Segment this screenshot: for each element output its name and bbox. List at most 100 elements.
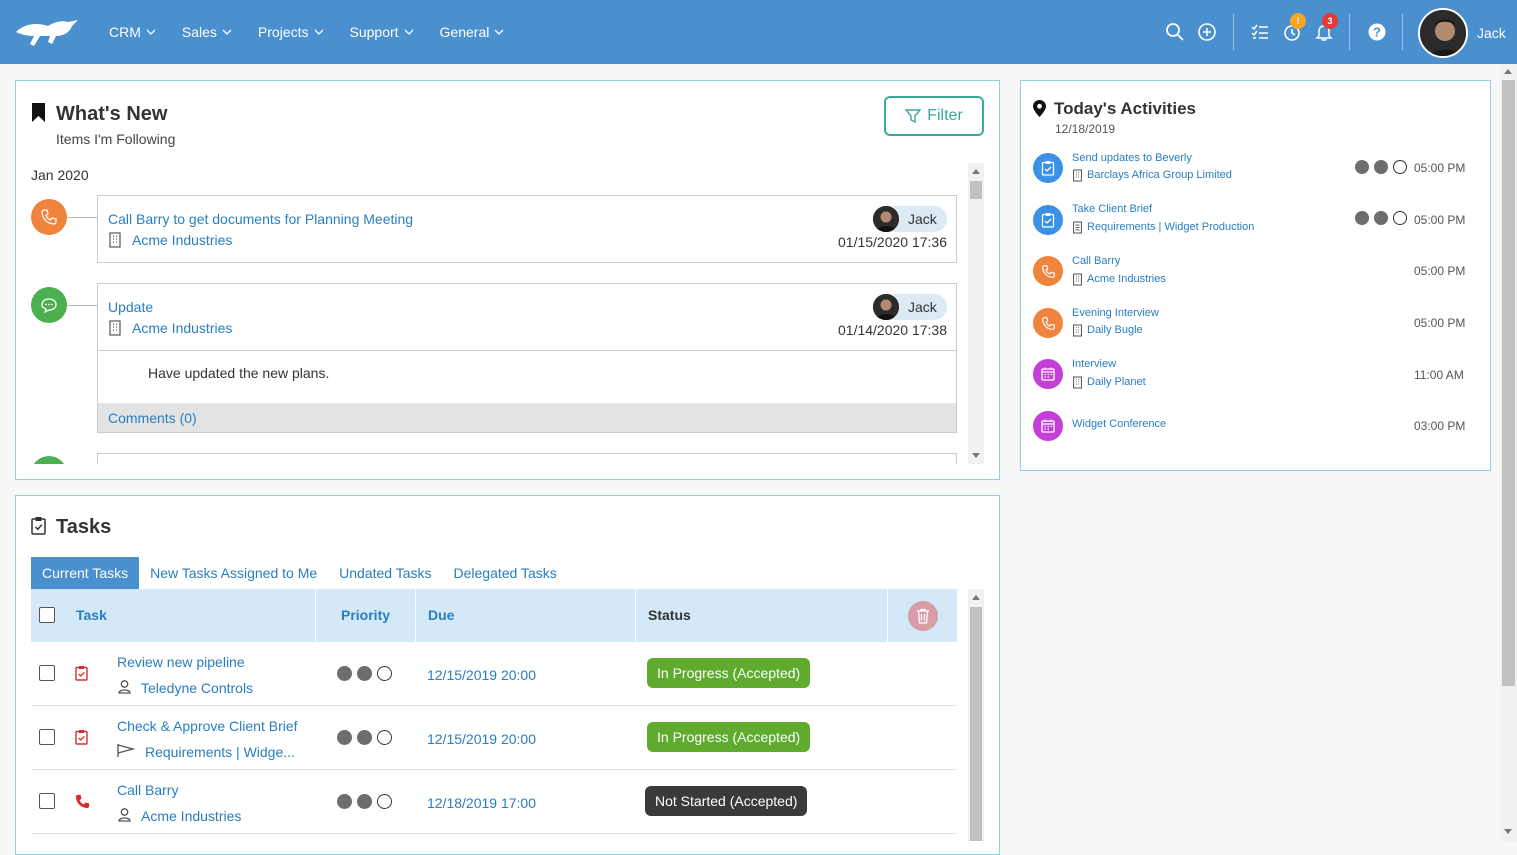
whats-new-title: What's New <box>56 103 168 125</box>
chevron-down-icon <box>222 29 232 35</box>
page-scrollbar[interactable] <box>1500 64 1517 841</box>
tab-new-tasks-assigned[interactable]: New Tasks Assigned to Me <box>139 557 328 589</box>
activity-time: 05:00 PM <box>1414 264 1466 278</box>
task-due-date: 12/18/2019 17:00 <box>427 795 536 811</box>
task-related-record[interactable]: Requirements | Widge... <box>145 744 295 760</box>
select-all-checkbox[interactable] <box>39 607 55 623</box>
priority-dot-filled <box>1355 211 1369 225</box>
filter-button[interactable]: Filter <box>884 96 984 136</box>
activities-date: 12/18/2019 <box>1055 122 1116 136</box>
task-related-record[interactable]: Acme Industries <box>141 808 241 824</box>
activity-subtitle[interactable]: Daily Bugle <box>1087 324 1143 336</box>
activity-title[interactable]: Call Barry <box>1072 255 1120 267</box>
scroll-up-arrow[interactable] <box>972 595 980 600</box>
priority-dot-empty <box>377 730 392 745</box>
feed-item-company[interactable]: Acme Industries <box>132 320 232 336</box>
feed-user-pill[interactable]: Jack <box>873 206 947 232</box>
task-row[interactable]: Review new pipeline Teledyne Controls 12… <box>31 642 957 706</box>
task-row[interactable]: Check & Approve Client Brief Requirement… <box>31 706 957 770</box>
add-circle-icon[interactable] <box>1197 22 1217 42</box>
priority-dot-empty <box>377 794 392 809</box>
column-divider <box>887 589 888 642</box>
nav-projects[interactable]: Projects <box>258 24 324 40</box>
column-header-priority[interactable]: Priority <box>341 589 390 642</box>
whats-new-subtitle: Items I'm Following <box>56 131 176 147</box>
task-related-record[interactable]: Teledyne Controls <box>141 680 253 696</box>
tab-current-tasks[interactable]: Current Tasks <box>31 557 140 589</box>
feed-user-name: Jack <box>908 211 937 227</box>
row-checkbox[interactable] <box>39 665 55 681</box>
tab-undated-tasks[interactable]: Undated Tasks <box>328 557 442 589</box>
tasks-title: Tasks <box>56 516 112 538</box>
nav-sales[interactable]: Sales <box>182 24 232 40</box>
feed-item-title[interactable]: Call Barry to get documents for Planning… <box>108 211 413 227</box>
feed-item-title[interactable]: Update <box>108 299 153 315</box>
priority-dot-filled <box>1355 160 1369 174</box>
activity-subtitle[interactable]: Daily Planet <box>1087 376 1146 388</box>
phone-icon <box>1041 316 1055 330</box>
filter-icon <box>905 109 922 124</box>
feed-item-date: 01/14/2020 17:38 <box>838 322 947 338</box>
scroll-thumb[interactable] <box>970 607 982 841</box>
tab-delegated-tasks[interactable]: Delegated Tasks <box>443 557 568 589</box>
delete-button[interactable] <box>908 601 938 631</box>
user-name[interactable]: Jack <box>1477 25 1506 41</box>
activities-title: Today's Activities <box>1054 99 1196 118</box>
column-divider <box>415 589 416 642</box>
priority-dot-empty <box>377 666 392 681</box>
feed-user-pill[interactable]: Jack <box>873 294 947 320</box>
scroll-thumb[interactable] <box>1502 80 1515 686</box>
scroll-up-arrow[interactable] <box>1504 69 1512 74</box>
search-icon[interactable] <box>1165 22 1185 42</box>
activity-title[interactable]: Send updates to Beverly <box>1072 152 1192 164</box>
chevron-down-icon <box>494 29 504 35</box>
activity-title[interactable]: Interview <box>1072 358 1116 370</box>
task-title[interactable]: Review new pipeline <box>117 654 245 670</box>
chevron-down-icon <box>314 29 323 35</box>
scroll-thumb[interactable] <box>970 181 982 199</box>
task-list-icon[interactable] <box>1250 22 1270 42</box>
header-divider <box>1402 14 1403 50</box>
priority-dot-filled <box>1374 211 1388 225</box>
nav-label: General <box>439 24 490 40</box>
activity-time: 05:00 PM <box>1414 213 1466 227</box>
timeline-connector <box>67 305 97 306</box>
avatar-portrait-icon <box>1420 10 1466 56</box>
task-title[interactable]: Check & Approve Client Brief <box>117 718 298 734</box>
feed-scrollbar[interactable] <box>968 163 984 464</box>
chat-activity-circle <box>31 287 67 323</box>
activity-subtitle[interactable]: Acme Industries <box>1087 273 1166 285</box>
help-icon[interactable]: ? <box>1367 22 1387 42</box>
comments-link[interactable]: Comments (0) <box>98 403 956 432</box>
activity-title[interactable]: Evening Interview <box>1072 307 1159 319</box>
calendar-icon <box>1041 419 1055 433</box>
column-header-due[interactable]: Due <box>428 589 454 642</box>
activity-subtitle[interactable]: Requirements | Widget Production <box>1087 221 1254 233</box>
nav-label: Projects <box>257 24 309 40</box>
feed-card-partial <box>97 453 957 464</box>
nav-crm[interactable]: CRM <box>109 24 156 40</box>
row-checkbox[interactable] <box>39 793 55 809</box>
user-avatar[interactable] <box>1418 8 1468 58</box>
priority-dot-filled <box>357 666 372 681</box>
scroll-up-arrow[interactable] <box>972 169 980 174</box>
chevron-down-icon <box>146 29 156 35</box>
phone-icon <box>1041 264 1055 278</box>
feed-item-company[interactable]: Acme Industries <box>132 232 232 248</box>
task-clipboard-icon <box>75 730 88 745</box>
scroll-down-arrow[interactable] <box>1504 829 1512 834</box>
row-checkbox[interactable] <box>39 729 55 745</box>
task-row[interactable]: Call Barry Acme Industries 12/18/2019 17… <box>31 770 957 834</box>
nav-support[interactable]: Support <box>350 24 414 40</box>
activity-title[interactable]: Take Client Brief <box>1072 203 1152 215</box>
activity-subtitle[interactable]: Barclays Africa Group Limited <box>1087 169 1232 181</box>
scroll-down-arrow[interactable] <box>972 453 980 458</box>
task-title[interactable]: Call Barry <box>117 782 178 798</box>
nav-general[interactable]: General <box>440 24 505 40</box>
column-header-task[interactable]: Task <box>76 589 107 642</box>
building-icon <box>1073 273 1082 286</box>
tasks-scrollbar[interactable] <box>968 589 984 841</box>
activity-title[interactable]: Widget Conference <box>1072 418 1166 430</box>
contact-icon <box>118 680 131 694</box>
app-logo[interactable] <box>14 14 80 52</box>
